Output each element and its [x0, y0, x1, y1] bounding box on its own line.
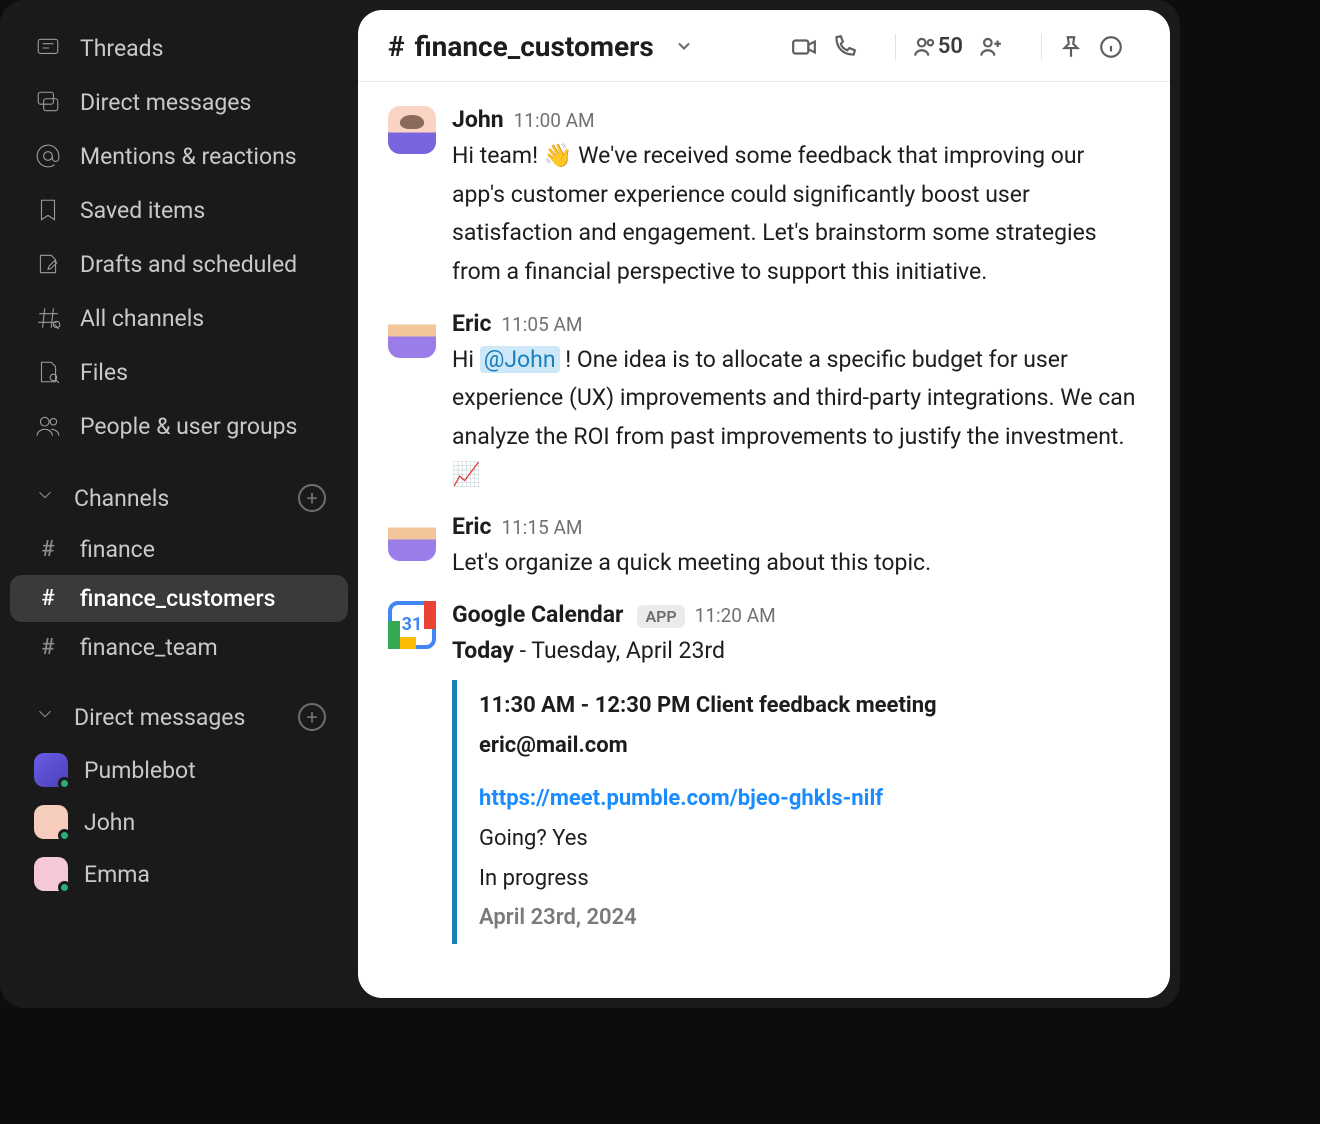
event-status: In progress: [479, 859, 1140, 899]
dm-label: John: [84, 809, 135, 836]
google-calendar-icon: [388, 601, 436, 649]
dm-label: Pumblebot: [84, 757, 196, 784]
chart-emoji: 📈: [452, 461, 481, 488]
calendar-date-line: Today - Tuesday, April 23rd: [452, 632, 1140, 671]
dm-section-header[interactable]: Direct messages +: [10, 689, 348, 741]
nav-label: All channels: [80, 305, 204, 332]
hash-icon: #: [34, 586, 62, 611]
main-panel: # finance_customers: [358, 10, 1170, 998]
nav-saved[interactable]: Saved items: [10, 184, 348, 236]
nav-people[interactable]: People & user groups: [10, 400, 348, 452]
channel-finance[interactable]: # finance: [10, 526, 348, 573]
message-text: Let's organize a quick meeting about thi…: [452, 544, 1140, 583]
channels-section-header[interactable]: Channels +: [10, 470, 348, 522]
event-going: Going? Yes: [479, 819, 1140, 859]
chevron-down-icon: [34, 484, 56, 512]
calendar-message: Google Calendar APP 11:20 AM Today - Tue…: [388, 587, 1140, 948]
avatar: [388, 310, 436, 358]
threads-icon: [34, 34, 62, 62]
nav-label: Saved items: [80, 197, 205, 224]
message-text: Hi team! 👋 We've received some feedback …: [452, 137, 1140, 292]
nav-label: Threads: [80, 35, 164, 62]
info-button[interactable]: [1098, 34, 1124, 60]
channel-name: finance_customers: [415, 30, 654, 63]
avatar: [34, 857, 68, 891]
wave-emoji: 👋: [544, 142, 573, 169]
chevron-down-icon: [34, 703, 56, 731]
nav-label: Direct messages: [80, 89, 251, 116]
avatar: [34, 805, 68, 839]
mention[interactable]: @John: [480, 346, 560, 373]
files-icon: [34, 358, 62, 386]
message-time: 11:20 AM: [695, 604, 776, 627]
event-title: 11:30 AM - 12:30 PM Client feedback meet…: [479, 686, 1140, 726]
at-icon: [34, 142, 62, 170]
section-label: Channels: [74, 485, 169, 512]
nav-threads[interactable]: Threads: [10, 22, 348, 74]
avatar: [388, 106, 436, 154]
app-frame: Threads Direct messages Mentions & react…: [0, 0, 1180, 1008]
nav-label: Drafts and scheduled: [80, 251, 297, 278]
add-dm-button[interactable]: +: [298, 703, 326, 731]
message: John 11:00 AM Hi team! 👋 We've received …: [388, 92, 1140, 296]
channels-icon: [34, 304, 62, 332]
bookmark-icon: [34, 196, 62, 224]
app-badge: APP: [637, 605, 684, 628]
nav-mentions[interactable]: Mentions & reactions: [10, 130, 348, 182]
channel-label: finance_team: [80, 634, 218, 661]
channel-title-button[interactable]: # finance_customers: [388, 30, 694, 63]
hash-icon: #: [34, 537, 62, 562]
dm-pumblebot[interactable]: Pumblebot: [10, 745, 348, 795]
hash-icon: #: [388, 30, 405, 63]
event-link[interactable]: https://meet.pumble.com/bjeo-ghkls-nilf: [479, 779, 1140, 819]
message-time: 11:00 AM: [514, 109, 595, 132]
chevron-down-icon: [674, 30, 694, 63]
video-call-button[interactable]: [791, 34, 817, 60]
hash-icon: #: [34, 635, 62, 660]
member-count: 50: [938, 34, 963, 59]
nav-label: Files: [80, 359, 128, 386]
avatar: [388, 513, 436, 561]
nav-drafts[interactable]: Drafts and scheduled: [10, 238, 348, 290]
dm-emma[interactable]: Emma: [10, 849, 348, 899]
pin-button[interactable]: [1058, 34, 1084, 60]
nav-label: People & user groups: [80, 413, 297, 440]
message-author[interactable]: Eric: [452, 513, 491, 540]
draft-icon: [34, 250, 62, 278]
add-member-button[interactable]: [977, 34, 1003, 60]
nav-all-channels[interactable]: All channels: [10, 292, 348, 344]
channel-label: finance: [80, 536, 155, 563]
dm-icon: [34, 88, 62, 116]
channel-header: # finance_customers: [358, 10, 1170, 82]
dm-label: Emma: [84, 861, 150, 888]
header-actions: 50: [791, 34, 1140, 60]
section-label: Direct messages: [74, 704, 245, 731]
app-name[interactable]: Google Calendar: [452, 601, 623, 628]
voice-call-button[interactable]: [831, 34, 857, 60]
message-author[interactable]: John: [452, 106, 504, 133]
calendar-event: 11:30 AM - 12:30 PM Client feedback meet…: [452, 680, 1140, 944]
people-icon: [34, 412, 62, 440]
message-time: 11:05 AM: [501, 313, 582, 336]
message-time: 11:15 AM: [501, 516, 582, 539]
channel-label: finance_customers: [80, 585, 275, 612]
nav-label: Mentions & reactions: [80, 143, 297, 170]
nav-direct-messages[interactable]: Direct messages: [10, 76, 348, 128]
avatar: [34, 753, 68, 787]
sidebar: Threads Direct messages Mentions & react…: [0, 0, 358, 1008]
today-label: Today: [452, 637, 514, 664]
channel-finance-team[interactable]: # finance_team: [10, 624, 348, 671]
nav-files[interactable]: Files: [10, 346, 348, 398]
event-date: April 23rd, 2024: [479, 898, 1140, 938]
message-author[interactable]: Eric: [452, 310, 491, 337]
message: Eric 11:15 AM Let's organize a quick mee…: [388, 499, 1140, 587]
event-email: eric@mail.com: [479, 726, 1140, 766]
dm-john[interactable]: John: [10, 797, 348, 847]
members-button[interactable]: 50: [912, 34, 963, 60]
channel-finance-customers[interactable]: # finance_customers: [10, 575, 348, 622]
message-text: Hi @John ! One idea is to allocate a spe…: [452, 341, 1140, 496]
add-channel-button[interactable]: +: [298, 484, 326, 512]
message: Eric 11:05 AM Hi @John ! One idea is to …: [388, 296, 1140, 500]
message-list: John 11:00 AM Hi team! 👋 We've received …: [358, 82, 1170, 998]
